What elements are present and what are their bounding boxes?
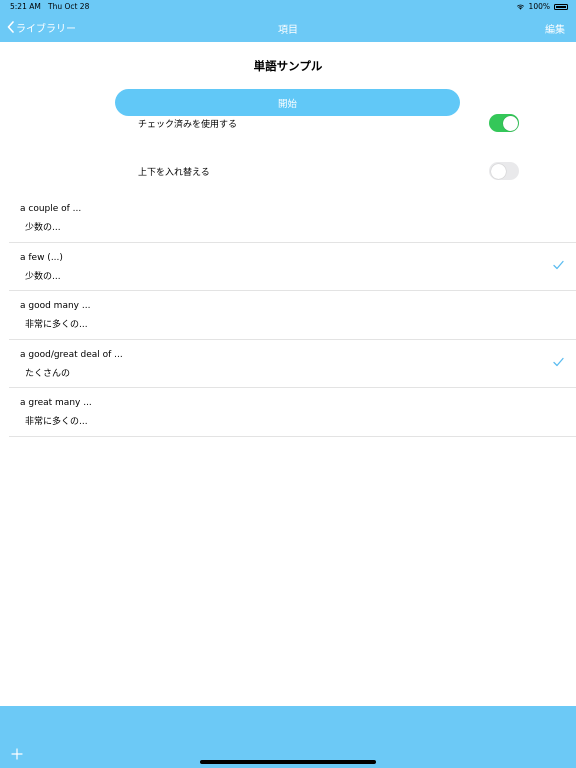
item-term: a good/great deal of ... (20, 349, 123, 360)
list-item[interactable]: a few (...) 少数の... (0, 243, 576, 292)
toggle-knob (502, 115, 518, 131)
list-item[interactable]: a great many ... 非常に多くの... (0, 388, 576, 437)
nav-title: 項目 (278, 25, 298, 36)
item-meaning: 非常に多くの... (25, 320, 88, 331)
page-title: 単語サンプル (253, 59, 323, 73)
list-item[interactable]: a good many ... 非常に多くの... (0, 291, 576, 340)
item-meaning: たくさんの (25, 368, 71, 379)
checkmark-icon (553, 357, 564, 366)
checkmark-icon (553, 260, 564, 269)
list-item[interactable]: a couple of ... 少数の... (0, 194, 576, 243)
battery-percent: 100% (528, 2, 550, 11)
toggle-knob (490, 163, 506, 179)
list-item[interactable]: a good/great deal of ... たくさんの (0, 340, 576, 389)
item-meaning: 少数の... (25, 271, 61, 282)
edit-button[interactable]: 編集 (545, 21, 565, 36)
item-term: a few (...) (20, 252, 63, 263)
use-checked-toggle[interactable] (489, 114, 519, 132)
plus-icon[interactable] (11, 748, 23, 760)
item-term: a good many ... (20, 301, 91, 312)
status-time-value: 5:21 AM (10, 2, 41, 11)
use-checked-label: チェック済みを使用する (138, 120, 238, 130)
item-term: a great many ... (20, 398, 92, 409)
bottom-toolbar (0, 706, 576, 768)
word-list: a couple of ... 少数の... a few (...) 少数の..… (0, 194, 576, 437)
swap-order-toggle[interactable] (489, 162, 519, 180)
item-meaning: 少数の... (25, 223, 61, 233)
swap-order-label: 上下を入れ替える (138, 168, 210, 178)
item-meaning: 非常に多くの... (25, 417, 88, 428)
status-date: Thu Oct 28 (47, 2, 90, 11)
wifi-icon (516, 4, 524, 10)
start-button[interactable]: 開始 (115, 89, 460, 116)
item-term: a couple of ... (20, 204, 82, 214)
status-time: 5:21 AM Thu Oct 28 (10, 2, 89, 11)
battery-icon (554, 3, 568, 10)
home-indicator (200, 760, 376, 764)
status-right: 100% (516, 2, 568, 11)
